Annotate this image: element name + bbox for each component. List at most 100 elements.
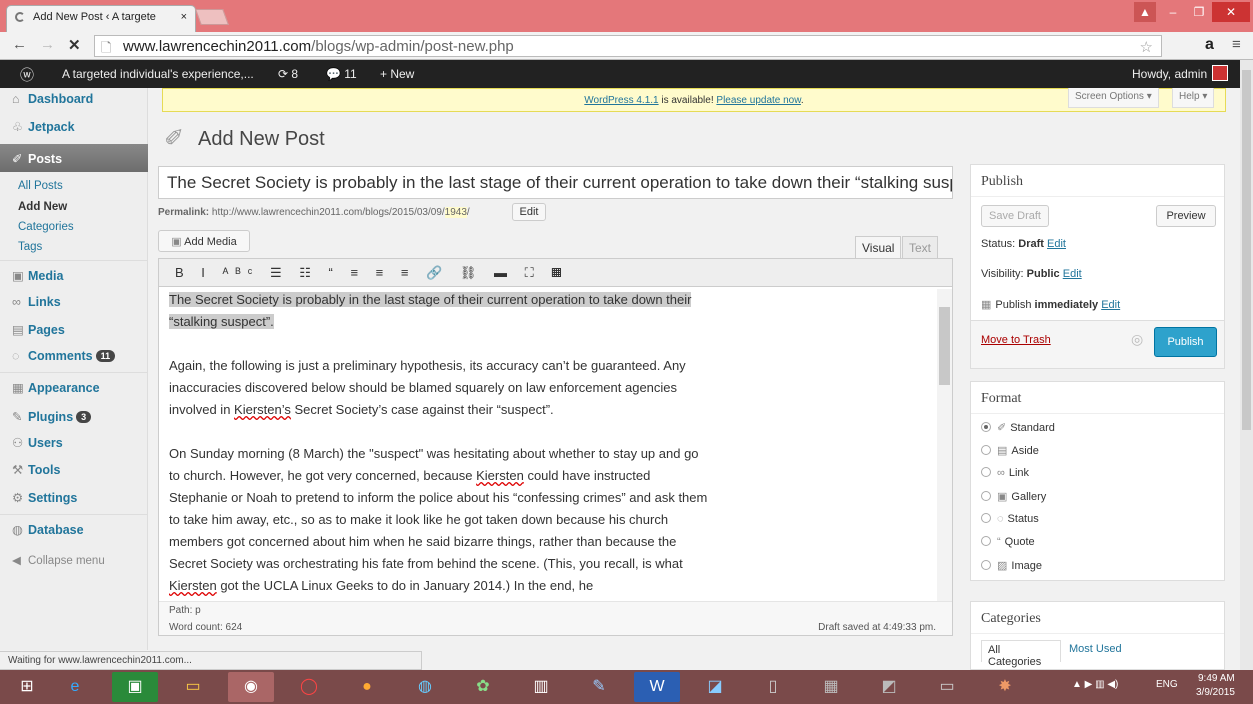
wordpress-logo-icon[interactable]: ⓦ <box>20 65 34 85</box>
spinner-icon: ◎ <box>1131 331 1144 347</box>
sidebar-item-settings[interactable]: ⚙ Settings <box>0 486 148 510</box>
appearance-icon: ▦ <box>12 381 24 395</box>
publish-button[interactable]: Publish <box>1154 327 1217 357</box>
editor-toolbar[interactable]: B I ᴬᴮᶜ ☰ ☷ “ ≡ ≡ ≡ 🔗 ⛓ ▬ ⛶ ▦ <box>159 259 952 287</box>
update-notice: WordPress 4.1.1 is available! Please upd… <box>162 88 1226 112</box>
stop-icon[interactable]: ✕ <box>68 36 81 54</box>
app-icon[interactable]: ▯ <box>750 672 796 702</box>
windows-start-icon[interactable]: ⊞ <box>4 672 50 702</box>
tab-close-icon[interactable]: × <box>181 11 187 23</box>
preview-button[interactable]: Preview <box>1156 205 1216 227</box>
bookmark-star-icon[interactable]: ☆ <box>1140 38 1153 56</box>
browser-tab[interactable]: Add New Post ‹ A targete × <box>6 5 196 32</box>
word-icon[interactable]: W <box>634 672 680 702</box>
browser-app-icon[interactable]: ◍ <box>402 672 448 702</box>
permalink-edit-button[interactable]: Edit <box>512 203 546 221</box>
amazon-extension-icon[interactable]: a <box>1205 36 1214 54</box>
user-profile-icon[interactable]: ▲ <box>1134 2 1156 22</box>
update-now-link[interactable]: Please update now <box>716 95 801 106</box>
sidebar-sub-all-posts[interactable]: All Posts <box>18 180 63 192</box>
save-draft-button[interactable]: Save Draft <box>981 205 1049 227</box>
maximize-icon[interactable]: ❐ <box>1186 2 1212 22</box>
screen-options-button[interactable]: Screen Options ▾ <box>1068 88 1159 108</box>
site-name-link[interactable]: A targeted individual's experience,... <box>62 67 254 81</box>
sidebar-item-users[interactable]: ⚇ Users <box>0 431 148 455</box>
app-icon[interactable]: ▭ <box>924 672 970 702</box>
move-to-trash-link[interactable]: Move to Trash <box>981 334 1051 346</box>
language-indicator[interactable]: ENG <box>1156 679 1178 690</box>
app-icon[interactable]: ◪ <box>692 672 738 702</box>
comments-link[interactable]: 💬 11 <box>326 67 357 81</box>
new-tab-button[interactable] <box>195 9 229 25</box>
sidebar-item-media[interactable]: ▣ Media <box>0 264 148 288</box>
schedule-edit-link[interactable]: Edit <box>1101 299 1120 311</box>
database-icon: ◍ <box>12 523 23 537</box>
format-option-aside[interactable]: ▤ Aside <box>981 444 1039 457</box>
permalink-slug[interactable]: 1943 <box>444 207 467 218</box>
paint-icon[interactable]: ✎ <box>576 672 622 702</box>
sidebar-item-database[interactable]: ◍ Database <box>0 518 148 542</box>
media-icon: ▣ <box>12 269 24 283</box>
status-edit-link[interactable]: Edit <box>1047 238 1066 250</box>
internet-explorer-icon[interactable]: e <box>52 672 98 702</box>
sidebar-item-posts[interactable]: ✐ Posts <box>0 144 148 172</box>
file-explorer-icon[interactable]: ▭ <box>170 672 216 702</box>
opera-icon[interactable]: ◯ <box>286 672 332 702</box>
comments-count-badge: 11 <box>95 350 116 362</box>
avatar[interactable] <box>1212 65 1228 81</box>
sidebar-item-jetpack[interactable]: ♧ Jetpack <box>0 115 148 139</box>
sidebar-item-dashboard[interactable]: ⌂ Dashboard <box>0 88 148 112</box>
clock-time[interactable]: 9:49 AM <box>1198 673 1235 684</box>
chrome-icon[interactable]: ◉ <box>228 672 274 702</box>
tab-visual[interactable]: Visual <box>855 236 902 258</box>
sidebar-item-appearance[interactable]: ▦ Appearance <box>0 376 148 400</box>
store-icon[interactable]: ▣ <box>112 672 158 702</box>
collapse-menu-button[interactable]: ◀ Collapse menu <box>0 549 148 573</box>
sidebar-item-comments[interactable]: ◌ Comments 11 <box>0 345 148 369</box>
app-icon[interactable]: ◩ <box>866 672 912 702</box>
dictionary-icon[interactable]: ▥ <box>518 672 564 702</box>
tray-icons[interactable]: ▲ ▶ ▥ ◀) <box>1072 679 1118 690</box>
app-icon[interactable]: ✸ <box>982 672 1028 702</box>
page-scrollbar[interactable] <box>1240 60 1253 670</box>
tab-most-used[interactable]: Most Used <box>1069 643 1122 655</box>
updates-link[interactable]: ⟳ 8 <box>278 67 298 81</box>
format-option-status[interactable]: ◌ Status <box>981 513 1039 525</box>
sidebar-item-tools[interactable]: ⚒ Tools <box>0 458 148 482</box>
windows-taskbar: ⊞ e ▣ ▭ ◉ ◯ ● ◍ ✿ ▥ ✎ W ◪ ▯ ▦ ◩ ▭ ✸ ▲ ▶ … <box>0 670 1253 704</box>
firefox-icon[interactable]: ● <box>344 672 390 702</box>
collapse-icon: ◀ <box>12 555 21 567</box>
clock-date[interactable]: 3/9/2015 <box>1196 687 1235 698</box>
minimize-icon[interactable]: – <box>1160 2 1186 22</box>
tab-all-categories[interactable]: All Categories <box>981 640 1061 668</box>
new-content-link[interactable]: + New <box>380 67 414 81</box>
forward-icon[interactable]: → <box>40 36 55 53</box>
help-button[interactable]: Help ▾ <box>1172 88 1215 108</box>
format-option-standard[interactable]: ✐ Standard <box>981 421 1055 434</box>
close-window-icon[interactable]: ✕ <box>1212 2 1250 22</box>
network-app-icon[interactable]: ✿ <box>460 672 506 702</box>
app-icon[interactable]: ▦ <box>808 672 854 702</box>
post-title-input[interactable]: The Secret Society is probably in the la… <box>158 166 953 199</box>
sidebar-item-plugins[interactable]: ✎ Plugins 3 <box>0 405 148 429</box>
tab-text[interactable]: Text <box>902 236 939 258</box>
address-bar[interactable]: 🗋 www.lawrencechin2011.com/blogs/wp-admi… <box>94 35 1162 57</box>
visibility-edit-link[interactable]: Edit <box>1063 268 1082 280</box>
add-media-button[interactable]: ▣ Add Media <box>158 230 250 252</box>
format-option-gallery[interactable]: ▣ Gallery <box>981 490 1046 503</box>
editor-content[interactable]: The Secret Society is probably in the la… <box>169 289 709 619</box>
back-icon[interactable]: ← <box>12 36 27 53</box>
sidebar-item-links[interactable]: ∞ Links <box>0 291 148 315</box>
format-option-image[interactable]: ▨ Image <box>981 559 1042 572</box>
sidebar-sub-categories[interactable]: Categories <box>18 221 74 233</box>
howdy-link[interactable]: Howdy, admin <box>1132 67 1207 81</box>
format-option-link[interactable]: ∞ Link <box>981 467 1029 479</box>
sidebar-sub-add-new[interactable]: Add New <box>18 201 67 213</box>
sidebar-sub-tags[interactable]: Tags <box>18 241 42 253</box>
sidebar-item-pages[interactable]: ▤ Pages <box>0 318 148 342</box>
wordpress-version-link[interactable]: WordPress 4.1.1 <box>584 95 658 106</box>
editor-scrollbar[interactable] <box>937 289 952 601</box>
page-icon: 🗋 <box>101 40 112 55</box>
format-option-quote[interactable]: “Quote <box>981 536 1035 548</box>
menu-icon[interactable]: ≡ <box>1232 36 1241 53</box>
